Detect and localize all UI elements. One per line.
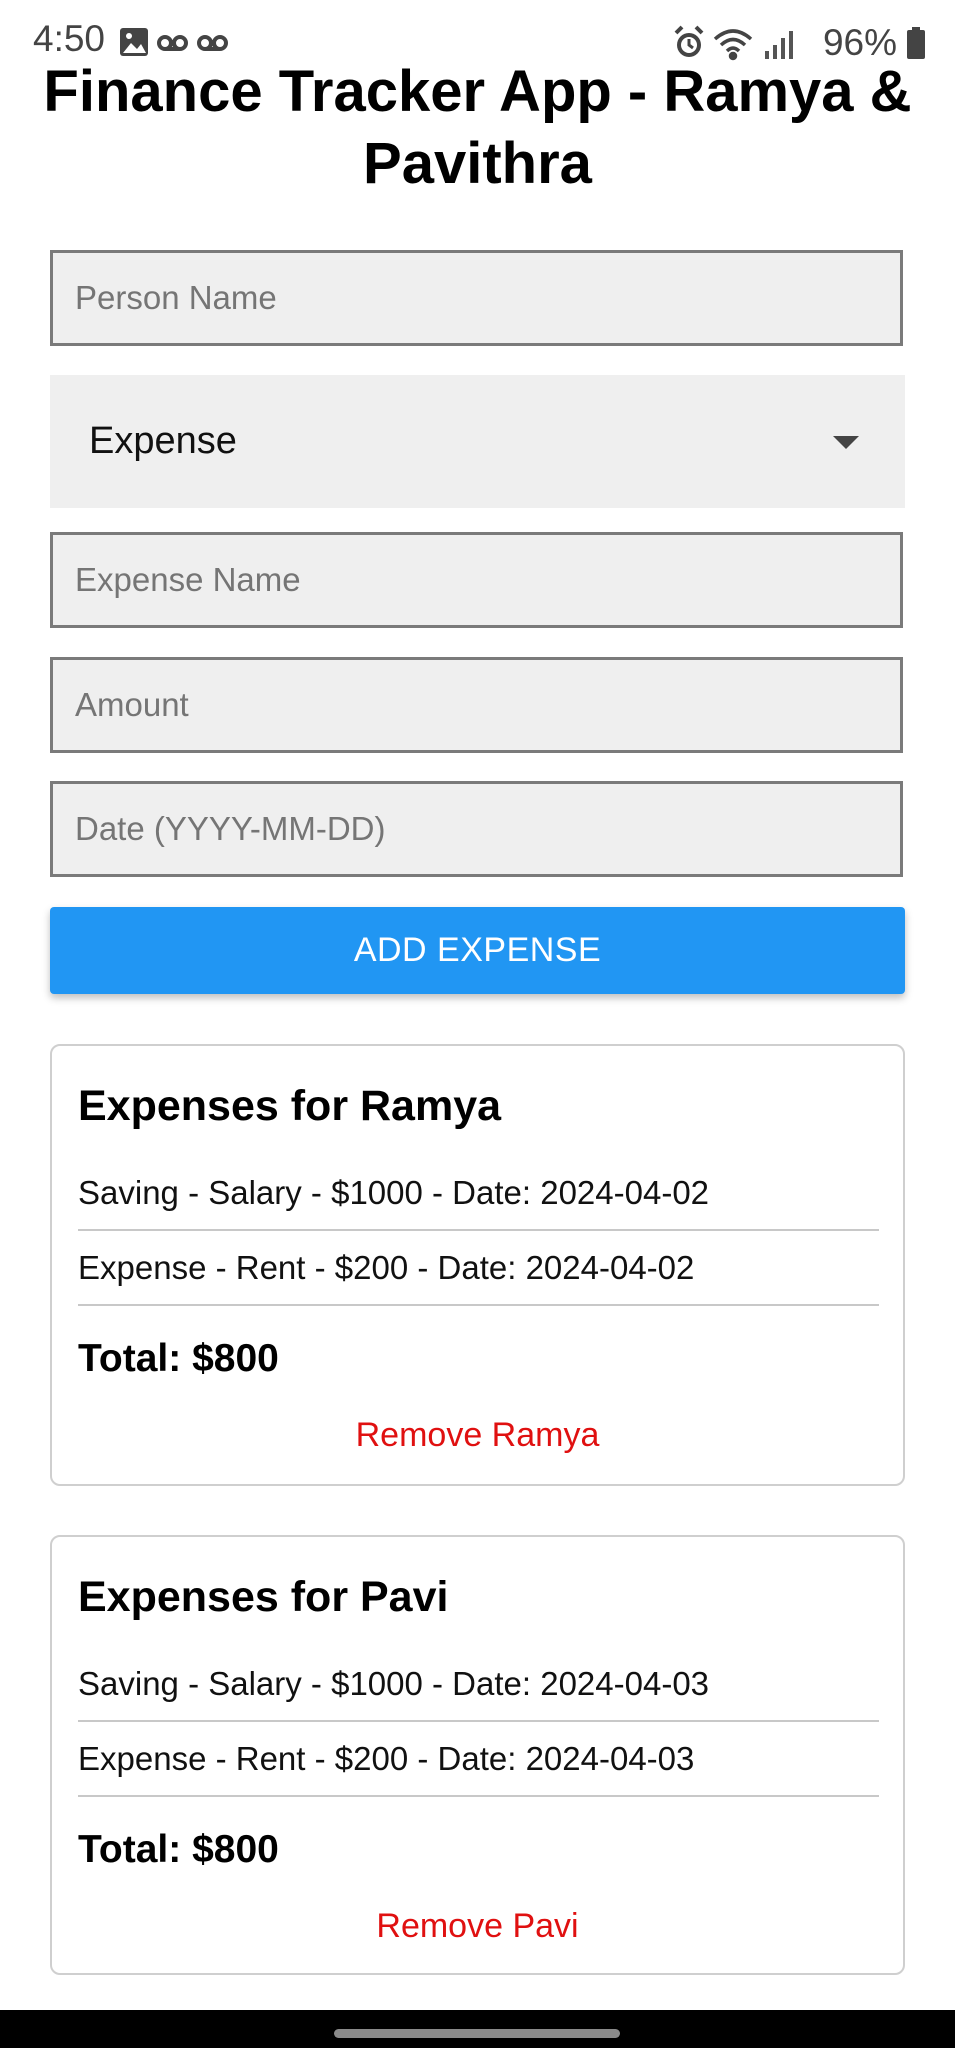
expense-card-pavi: Expenses for Pavi Saving - Salary - $100… [50,1535,905,1975]
list-item: Saving - Salary - $1000 - Date: 2024-04-… [78,1665,710,1702]
add-expense-button[interactable]: ADD EXPENSE [50,907,905,994]
expense-name-input[interactable]: Expense Name [50,532,903,628]
divider [78,1795,879,1797]
battery-icon [907,27,925,59]
status-time: 4:50 [33,18,106,59]
card-title: Expenses for Ramya [78,1082,502,1130]
home-gesture-handle[interactable] [334,2029,620,2038]
divider [78,1720,879,1722]
voicemail-icon [197,35,228,51]
signal-icon [764,31,793,59]
expense-card-ramya: Expenses for Ramya Saving - Salary - $10… [50,1044,905,1486]
card-title: Expenses for Pavi [78,1573,449,1621]
person-name-input[interactable]: Person Name [50,250,903,346]
remove-pavi-button[interactable]: Remove Pavi [52,1907,903,1946]
total-label: Total: $800 [78,1828,279,1871]
voicemail-icon [157,35,188,51]
remove-ramya-button[interactable]: Remove Ramya [52,1416,903,1455]
type-select-value: Expense [89,420,237,462]
type-select[interactable]: Expense [50,375,905,508]
chevron-down-icon [833,436,859,449]
date-input[interactable]: Date (YYYY-MM-DD) [50,781,903,877]
page-title: Finance Tracker App - Ramya & Pavithra [43,59,912,196]
wifi-icon [713,29,753,61]
list-item: Saving - Salary - $1000 - Date: 2024-04-… [78,1174,710,1211]
amount-input[interactable]: Amount [50,657,903,753]
gallery-icon [120,28,148,56]
divider [78,1304,879,1306]
alarm-icon [674,25,704,57]
list-item: Expense - Rent - $200 - Date: 2024-04-03 [78,1740,695,1777]
list-item: Expense - Rent - $200 - Date: 2024-04-02 [78,1249,695,1286]
divider [78,1229,879,1231]
total-label: Total: $800 [78,1337,279,1380]
